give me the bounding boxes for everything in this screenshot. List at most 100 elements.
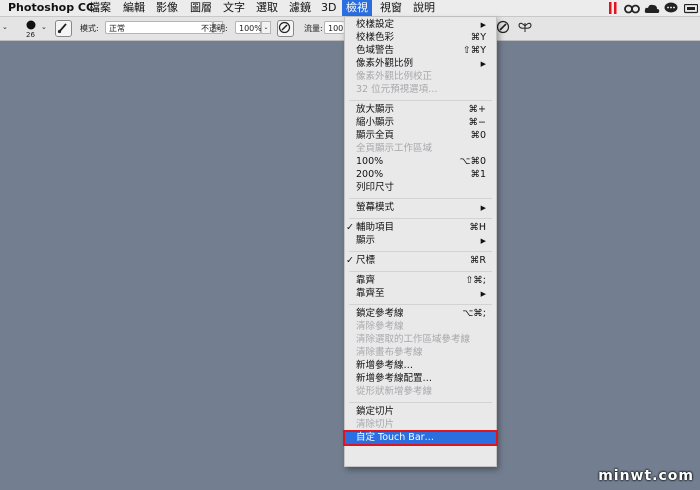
- view-menu-item-label: 鎖定切片: [356, 406, 395, 417]
- view-menu-item-shortcut: ⇧⌘;: [465, 275, 486, 286]
- view-menu-item-shortcut: ⌘0: [470, 130, 486, 141]
- menu-type[interactable]: 文字: [219, 0, 249, 16]
- opacity-chevron-icon[interactable]: ⌄: [261, 21, 271, 34]
- view-menu-item-label: 靠齊: [356, 275, 376, 286]
- view-menu-item[interactable]: 自定 Touch Bar…: [343, 430, 498, 446]
- view-menu-item-label: 色域警告: [356, 45, 395, 56]
- app-name-menu[interactable]: Photoshop CC: [8, 0, 94, 16]
- view-menu-item: 從形狀新增參考線: [345, 386, 496, 398]
- view-menu-item-label: 顯示全頁: [356, 130, 395, 141]
- view-menu-item[interactable]: 顯示全頁 ⌘0: [345, 130, 496, 142]
- menu-help[interactable]: 說明: [409, 0, 439, 16]
- view-menu-item-label: 全頁顯示工作區域: [356, 143, 433, 154]
- view-menu-item[interactable]: 200% ⌘1: [345, 169, 496, 181]
- view-menu-item-label: 列印尺寸: [356, 182, 395, 193]
- view-menu-item[interactable]: 色域警告 ⇧⌘Y: [345, 45, 496, 57]
- view-menu-item-shortcut: ⌘H: [469, 222, 486, 233]
- menu-3d[interactable]: 3D: [317, 0, 340, 16]
- menu-view[interactable]: 檢視: [342, 0, 372, 16]
- checkmark-icon: ✓: [346, 222, 354, 233]
- view-menu-item: 32 位元預視選項…: [345, 84, 496, 96]
- menu-separator: [349, 100, 492, 101]
- menu-separator: [349, 218, 492, 219]
- view-menu-item-shortcut: ⌘Y: [470, 32, 486, 43]
- view-menu-item[interactable]: 螢幕模式 ▶: [345, 202, 496, 214]
- view-menu-item-label: 輔助項目: [356, 222, 395, 233]
- view-menu-item-label: 螢幕模式: [356, 202, 395, 213]
- view-menu-item[interactable]: 鎖定參考線 ⌥⌘;: [345, 308, 496, 320]
- chevron-down-icon[interactable]: ⌄: [2, 23, 8, 31]
- view-menu-item: 清除參考線: [345, 321, 496, 333]
- view-menu-item-shortcut: ⌘+: [468, 104, 486, 115]
- submenu-arrow-icon: ▶: [480, 290, 486, 298]
- view-menu-item-label: 自定 Touch Bar…: [356, 432, 435, 443]
- menu-filter[interactable]: 濾鏡: [285, 0, 315, 16]
- view-menu-item-shortcut: ⇧⌘Y: [462, 45, 486, 56]
- view-menu-item[interactable]: 顯示 ▶: [345, 235, 496, 247]
- view-menu-item: 清除選取的工作區域參考線: [345, 334, 496, 346]
- pressure-size-icon[interactable]: [496, 20, 510, 36]
- menu-separator: [349, 271, 492, 272]
- view-menu-item-label: 鎖定參考線: [356, 308, 404, 319]
- view-menu-item[interactable]: 鎖定切片: [345, 406, 496, 418]
- view-menu-item-label: 校樣色彩: [356, 32, 395, 43]
- menu-edit[interactable]: 編輯: [119, 0, 149, 16]
- view-menu-item[interactable]: ✓ 尺標 ⌘R: [345, 255, 496, 267]
- view-menu-item-label: 清除切片: [356, 419, 395, 430]
- view-menu-item[interactable]: 靠齊至 ▶: [345, 288, 496, 300]
- view-menu-item-label: 顯示: [356, 235, 376, 246]
- view-menu-item-shortcut: ⌥⌘;: [462, 308, 486, 319]
- menu-separator: [349, 198, 492, 199]
- flow-field[interactable]: 100: [324, 21, 344, 34]
- view-menu-item-label: 清除選取的工作區域參考線: [356, 334, 471, 345]
- view-menu-item[interactable]: 100% ⌥⌘0: [345, 156, 496, 168]
- mode-select[interactable]: 正常: [105, 21, 213, 34]
- view-menu-item-label: 縮小顯示: [356, 117, 395, 128]
- view-menu-item[interactable]: 放大顯示 ⌘+: [345, 104, 496, 116]
- view-menu-item[interactable]: 像素外觀比例 ▶: [345, 58, 496, 70]
- view-menu-item: 清除切片: [345, 419, 496, 431]
- view-menu-item-label: 100%: [356, 156, 384, 167]
- menu-layer[interactable]: 圖層: [186, 0, 216, 16]
- symmetry-butterfly-icon[interactable]: [518, 20, 532, 36]
- menu-separator: [349, 304, 492, 305]
- view-menu-item-shortcut: ⌥⌘0: [459, 156, 487, 167]
- view-menu-item[interactable]: 新增參考線…: [345, 360, 496, 372]
- view-menu-item[interactable]: 列印尺寸: [345, 182, 496, 194]
- view-menu-item-label: 尺標: [356, 255, 376, 266]
- view-menu-item-shortcut: ⌘−: [468, 117, 486, 128]
- view-menu-item-label: 校樣設定: [356, 19, 395, 30]
- view-menu-item-label: 靠齊至: [356, 288, 385, 299]
- view-menu-item: 像素外觀比例校正: [345, 71, 496, 83]
- view-menu-item-label: 清除參考線: [356, 321, 404, 332]
- submenu-arrow-icon: ▶: [480, 204, 486, 212]
- view-menu-item[interactable]: 縮小顯示 ⌘−: [345, 117, 496, 129]
- menu-bar: Photoshop CC 檔案 編輯 影像 圖層 文字 選取 濾鏡 3D 檢視 …: [0, 0, 700, 17]
- view-menu-item[interactable]: 校樣色彩 ⌘Y: [345, 32, 496, 44]
- mode-label: 模式:: [80, 24, 99, 33]
- brush-dropdown-chevron-icon[interactable]: ⌄: [41, 23, 47, 31]
- menu-window[interactable]: 視窗: [376, 0, 406, 16]
- brush-panel-toggle-icon[interactable]: [55, 20, 72, 37]
- view-menu-item-shortcut: ⌘1: [470, 169, 486, 180]
- view-menu-item-shortcut: ⌘R: [469, 255, 486, 266]
- brush-size-value: 26: [26, 31, 35, 39]
- menu-select[interactable]: 選取: [252, 0, 282, 16]
- submenu-arrow-icon: ▶: [480, 60, 486, 68]
- view-menu-item: 全頁顯示工作區域: [345, 143, 496, 155]
- menu-image[interactable]: 影像: [152, 0, 182, 16]
- view-menu-item[interactable]: 靠齊 ⇧⌘;: [345, 275, 496, 287]
- view-menu-item-label: 像素外觀比例: [356, 58, 414, 69]
- view-menu-item[interactable]: ✓ 輔助項目 ⌘H: [345, 222, 496, 234]
- view-menu-item[interactable]: 新增參考線配置…: [345, 373, 496, 385]
- view-menu-item[interactable]: 校樣設定 ▶: [345, 19, 496, 31]
- pressure-opacity-icon[interactable]: [277, 20, 294, 37]
- view-menu-item-label: 從形狀新增參考線: [356, 386, 433, 397]
- view-menu-item-label: 200%: [356, 169, 384, 180]
- opacity-field[interactable]: 100%: [235, 21, 262, 34]
- view-menu-item: 清除畫布參考線: [345, 347, 496, 359]
- menu-file[interactable]: 檔案: [85, 0, 115, 16]
- flow-label: 流量:: [304, 24, 323, 33]
- opacity-label: 不透明:: [201, 24, 228, 33]
- menu-separator: [349, 402, 492, 403]
